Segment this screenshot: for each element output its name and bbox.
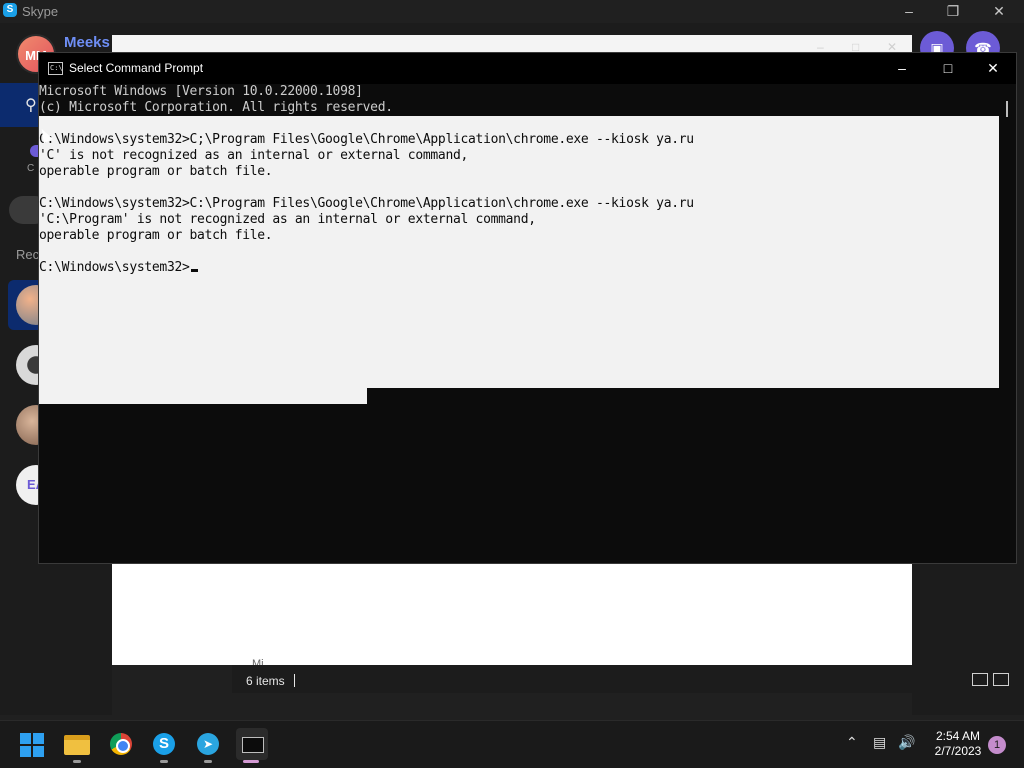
skype-minimize-icon[interactable]: – <box>886 0 932 23</box>
file-explorer-icon <box>64 735 90 755</box>
volume-icon[interactable]: 🔊 <box>898 734 915 768</box>
clock-time: 2:54 AM <box>935 729 981 743</box>
explorer-status-bar: 6 items <box>232 665 1017 693</box>
console-line: (c) Microsoft Corporation. All rights re… <box>39 100 393 115</box>
skype-topbar <box>112 23 912 35</box>
cmd-scrollbar[interactable] <box>999 84 1016 563</box>
start-button[interactable] <box>16 728 48 760</box>
item-count: 6 items <box>246 674 285 688</box>
skype-restore-icon[interactable]: ❐ <box>930 0 976 23</box>
taskbar-terminal[interactable] <box>235 728 268 763</box>
network-icon[interactable]: ▤ <box>873 734 886 768</box>
chevron-up-icon[interactable]: ⌃ <box>846 734 858 768</box>
notification-badge[interactable]: 1 <box>988 736 1006 754</box>
chats-label: C <box>27 163 35 174</box>
console-line: Microsoft Windows [Version 10.0.22000.10… <box>39 84 363 99</box>
command-prompt-line[interactable]: C:\Windows\system32> <box>39 260 198 276</box>
cmd-app-icon: C:\ <box>48 62 63 75</box>
taskbar-chrome[interactable] <box>105 728 137 760</box>
taskbar-skype[interactable]: S <box>148 728 180 763</box>
search-icon[interactable]: ⚲ <box>25 95 37 115</box>
start-icon <box>20 733 44 757</box>
text-cursor <box>190 269 198 272</box>
recent-chats-label: Rec <box>16 247 40 262</box>
my-name[interactable]: Meeks <box>64 34 110 51</box>
skype-close-icon[interactable]: ✕ <box>976 0 1022 23</box>
skype-titlebar: S Skype – ❐ ✕ <box>0 0 1024 23</box>
telegram-icon: ➤ <box>197 733 219 755</box>
cmd-titlebar[interactable]: C:\ Select Command Prompt – □ ✕ <box>39 53 1016 84</box>
clock-date: 2/7/2023 <box>934 744 982 758</box>
skype-logo-icon: S <box>3 3 17 17</box>
minimize-icon[interactable]: – <box>879 53 925 84</box>
desktop: S Skype – ❐ ✕ MM Meeks ⚲ C Rec EA ▣ ☎ – … <box>0 0 1024 768</box>
taskbar-telegram[interactable]: ➤ <box>192 728 224 763</box>
maximize-icon[interactable]: □ <box>925 53 971 84</box>
console-line: operable program or batch file. <box>39 164 273 179</box>
console-line: C:\Windows\system32>C;\Program Files\Goo… <box>39 132 694 147</box>
scrollbar-thumb[interactable] <box>1006 101 1008 117</box>
details-view-icon[interactable] <box>972 673 988 686</box>
command-prompt-window: C:\ Select Command Prompt – □ ✕ Microsof… <box>38 52 1017 564</box>
explorer-content: Mi... <box>112 563 912 670</box>
console-line: operable program or batch file. <box>39 228 273 243</box>
cmd-console[interactable]: Microsoft Windows [Version 10.0.22000.10… <box>39 84 999 563</box>
system-clock[interactable]: 2:54 AM 2/7/2023 <box>924 729 992 759</box>
thumbnail-view-icon[interactable] <box>993 673 1009 686</box>
console-line: 'C:\Program' is not recognized as an int… <box>39 212 536 227</box>
skype-icon: S <box>153 733 175 755</box>
text-selection <box>39 388 367 404</box>
terminal-icon <box>236 728 268 760</box>
taskbar-file-explorer[interactable] <box>61 728 93 763</box>
close-icon[interactable]: ✕ <box>970 53 1016 84</box>
skype-window-title: Skype <box>22 4 59 19</box>
console-line: 'C' is not recognized as an internal or … <box>39 148 469 163</box>
status-separator <box>294 674 295 687</box>
cmd-window-title: Select Command Prompt <box>69 61 204 75</box>
chrome-icon <box>110 733 132 755</box>
taskbar: S ➤ ⌃ ▤ 🔊 2:54 AM 2/7/2023 <box>0 720 1024 768</box>
prompt-text: C:\Windows\system32> <box>39 260 190 275</box>
console-line: C:\Windows\system32>C:\Program Files\Goo… <box>39 196 694 211</box>
